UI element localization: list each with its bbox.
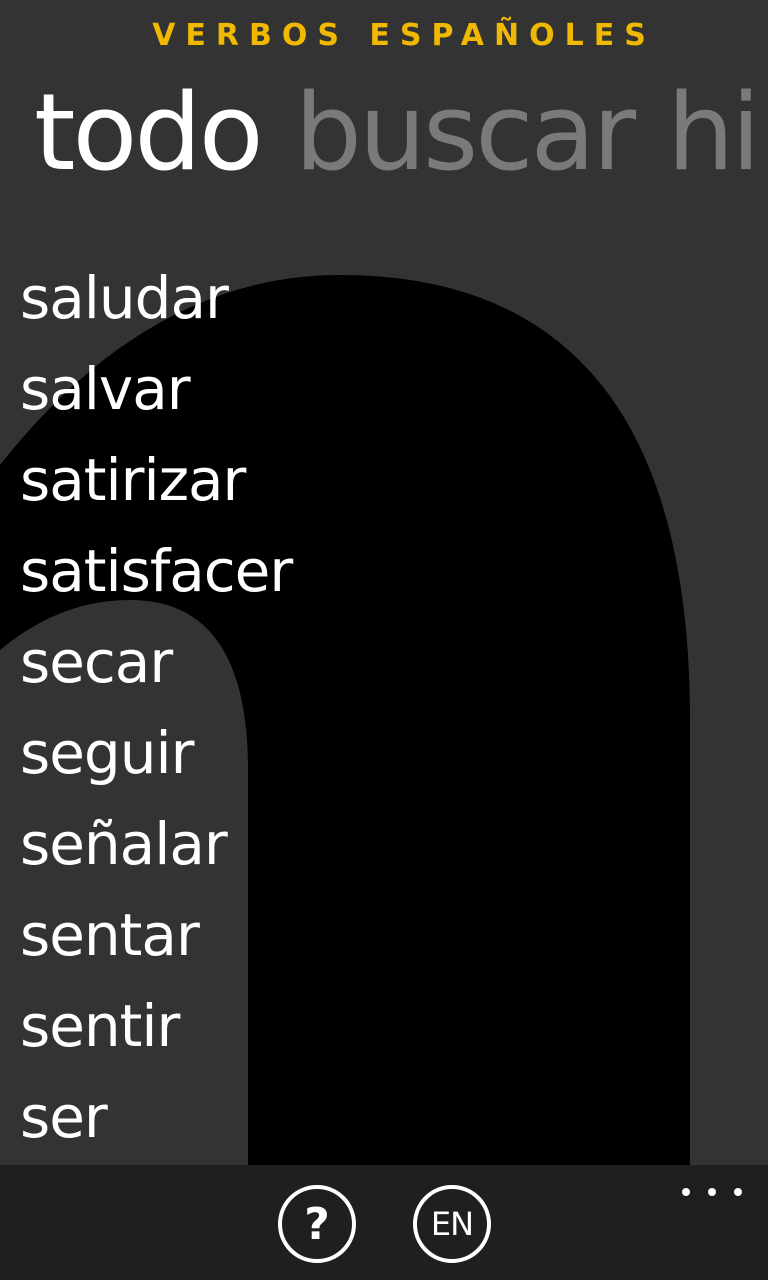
more-options-button[interactable]	[682, 1177, 742, 1207]
list-item[interactable]: saludar	[20, 253, 292, 344]
language-button[interactable]: EN	[413, 1185, 491, 1263]
verb-list: saltar saludar salvar satirizar satisfac…	[20, 246, 293, 1163]
help-icon: ?	[304, 1198, 330, 1250]
verb-list-viewport[interactable]: saltar saludar salvar satirizar satisfac…	[0, 246, 768, 1165]
tab-historial[interactable]: hi	[667, 68, 761, 198]
list-item[interactable]: satirizar	[20, 435, 292, 526]
list-item[interactable]: secar	[20, 617, 292, 708]
list-item[interactable]: sentir	[20, 981, 292, 1072]
list-item[interactable]: saltar	[20, 246, 292, 253]
list-item[interactable]: salvar	[20, 344, 292, 435]
ellipsis-icon	[682, 1188, 690, 1196]
list-item[interactable]: ser	[20, 1072, 292, 1163]
app-title: VERBOS ESPAÑOLES	[152, 18, 656, 53]
ellipsis-icon	[734, 1188, 742, 1196]
tab-todo[interactable]: todo	[34, 68, 264, 198]
help-button[interactable]: ?	[278, 1185, 356, 1263]
app-bar: ? EN	[0, 1165, 768, 1280]
tab-buscar[interactable]: buscar	[295, 68, 637, 198]
ellipsis-icon	[708, 1188, 716, 1196]
list-item[interactable]: satisfacer	[20, 526, 293, 617]
app-root: VERBOS ESPAÑOLES todobuscarhi saltar sal…	[0, 0, 768, 1280]
list-item[interactable]: sentar	[20, 890, 292, 981]
language-label: EN	[430, 1205, 474, 1243]
list-item[interactable]: seguir	[20, 708, 292, 799]
list-item[interactable]: señalar	[20, 799, 292, 890]
pivot-header: todo buscar hi	[34, 68, 768, 198]
